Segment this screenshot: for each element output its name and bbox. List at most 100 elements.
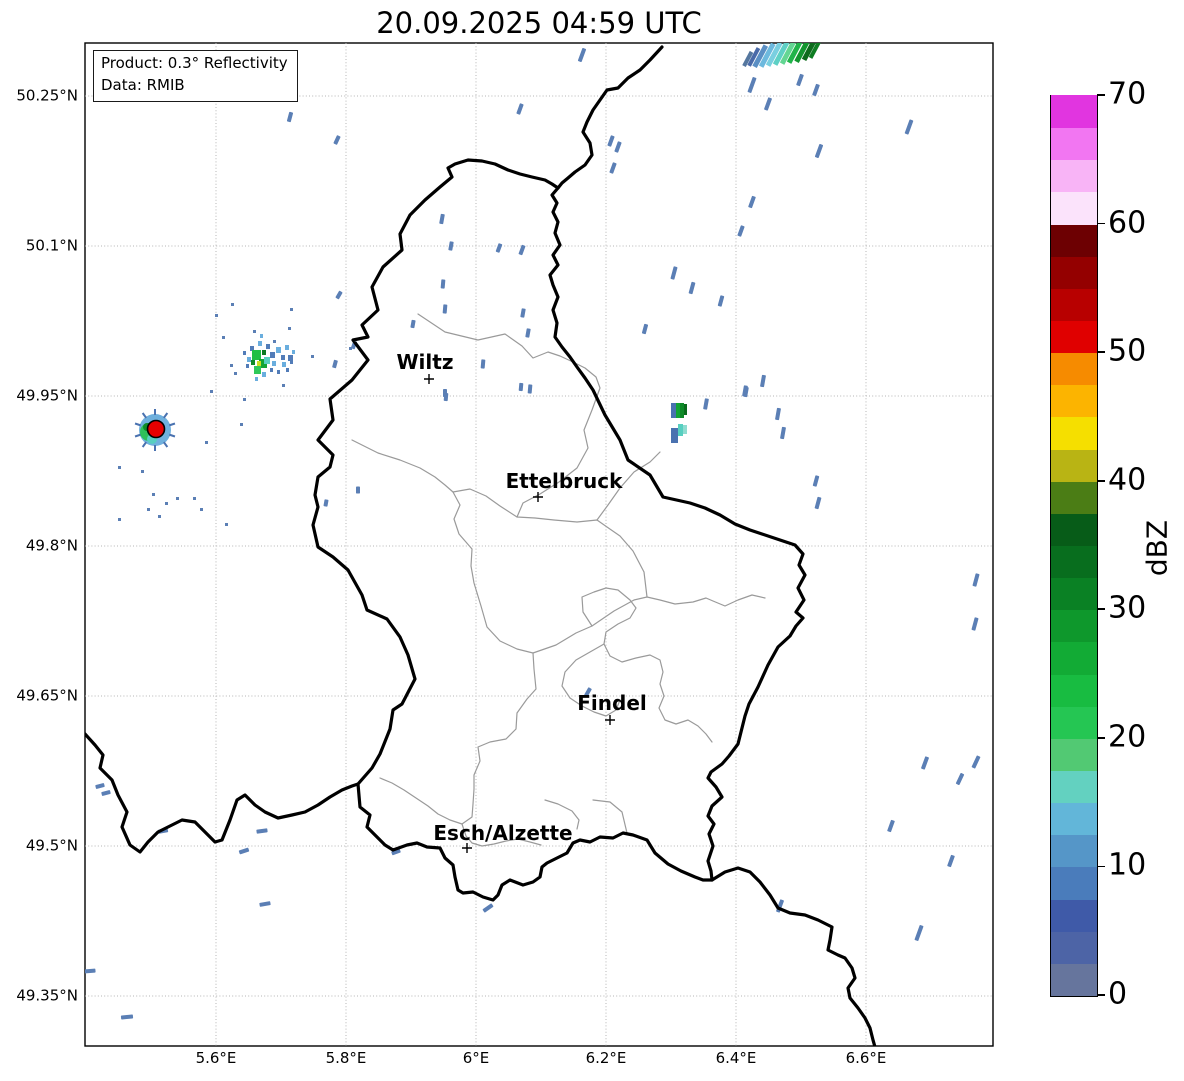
echo-cell	[264, 357, 270, 364]
colorbar-tick-mark	[1097, 737, 1105, 739]
echo-dot	[118, 518, 121, 521]
colorbar-tick-label: 70	[1108, 76, 1147, 112]
echo-dot	[349, 347, 352, 350]
echo-dot	[158, 515, 161, 518]
echo-cell	[286, 368, 289, 372]
colorbar-segment	[1051, 898, 1097, 932]
echo-dash	[480, 359, 486, 369]
colorbar-segment	[1051, 577, 1097, 611]
colorbar-segment	[1051, 319, 1097, 354]
echo-dot	[165, 502, 168, 505]
echo-cell	[270, 368, 273, 372]
colorbar-tick-label: 50	[1108, 333, 1147, 369]
colorbar-segment	[1051, 512, 1097, 546]
map-frame	[84, 42, 994, 1047]
colorbar-segment	[1051, 673, 1097, 707]
echo-cell	[277, 370, 280, 374]
echo-dot	[205, 441, 208, 444]
site-spoke	[154, 445, 156, 451]
echo-cell	[262, 350, 266, 355]
echo-dot	[231, 303, 234, 306]
colorbar-segment	[1051, 705, 1097, 739]
echo-dot	[225, 523, 228, 526]
echo-dot	[147, 508, 150, 511]
colorbar-tick-mark	[1097, 351, 1105, 353]
echo-cell	[262, 372, 266, 377]
lon-tick-label: 6.4°E	[715, 1049, 757, 1067]
colorbar-segment	[1051, 255, 1097, 289]
data-source-line: Data: RMIB	[101, 75, 185, 94]
colorbar-segment	[1051, 609, 1097, 643]
echo-cell	[266, 344, 270, 349]
colorbar-segment	[1051, 930, 1097, 964]
echo-cell	[684, 404, 687, 415]
lat-tick-label: 50.1°N	[25, 236, 78, 255]
echo-cell	[257, 361, 261, 366]
echo-cell	[671, 403, 676, 418]
echo-cell	[671, 428, 678, 443]
echo-dot	[215, 314, 218, 317]
echo-cell	[254, 366, 261, 374]
colorbar-segment	[1051, 480, 1097, 514]
echo-cell	[676, 403, 680, 418]
echo-dot	[282, 384, 285, 387]
colorbar-tick-mark	[1097, 865, 1105, 868]
echo-dot	[240, 423, 243, 426]
colorbar-tick-mark	[1097, 222, 1105, 225]
echo-dash	[440, 279, 446, 289]
product-line: Product: 0.3° Reflectivity	[101, 54, 288, 72]
echo-dot	[193, 497, 196, 500]
colorbar-tick-label: 60	[1108, 205, 1147, 241]
radar-figure: 20.09.2025 04:59 UTC Wiltz Ettelbruck Fi…	[0, 0, 1184, 1081]
radar-site-marker	[146, 419, 166, 439]
city-label: Wiltz	[397, 350, 454, 374]
echo-cell	[282, 362, 286, 367]
echo-cell	[270, 352, 275, 358]
echo-cell	[246, 364, 249, 368]
colorbar-segment	[1051, 641, 1097, 675]
colorbar-tick-label: 20	[1108, 719, 1147, 755]
colorbar-segment	[1051, 769, 1097, 804]
echo-dash	[527, 384, 533, 394]
map-canvas: Wiltz Ettelbruck Findel Esch/Alzette	[84, 42, 994, 1047]
echo-cell	[290, 360, 293, 364]
echo-cell	[258, 341, 262, 346]
colorbar-segment	[1051, 544, 1097, 579]
city-label: Esch/Alzette	[433, 821, 572, 845]
echo-dot	[200, 508, 203, 511]
lon-tick-label: 6.2°E	[585, 1049, 627, 1067]
colorbar	[1050, 94, 1098, 997]
colorbar-tick-mark	[1097, 94, 1105, 96]
lat-tick-label: 49.5°N	[25, 836, 78, 855]
colorbar-segment	[1051, 802, 1097, 836]
echo-cell	[247, 357, 251, 362]
city-label: Findel	[577, 691, 647, 715]
colorbar-segment	[1051, 834, 1097, 868]
colorbar-unit-label: dBZ	[1140, 519, 1174, 577]
echo-dot	[118, 466, 121, 469]
echo-dot	[253, 330, 256, 333]
colorbar-tick-label: 40	[1108, 462, 1147, 498]
colorbar-segment	[1051, 352, 1097, 386]
lat-tick-label: 49.35°N	[16, 986, 78, 1005]
colorbar-segment	[1051, 384, 1097, 418]
colorbar-segment	[1051, 737, 1097, 771]
echo-dot	[141, 470, 144, 473]
echo-cell	[255, 377, 258, 381]
echo-cell	[683, 425, 687, 434]
echo-cell	[281, 355, 285, 360]
echo-dot	[273, 340, 276, 343]
echo-cell	[276, 347, 281, 353]
colorbar-segment	[1051, 448, 1097, 482]
echo-dot	[288, 327, 291, 330]
lat-tick-label: 49.8°N	[25, 536, 78, 555]
colorbar-tick-mark	[1097, 608, 1105, 611]
echo-dot	[290, 308, 293, 311]
echo-dash	[443, 389, 447, 397]
echo-dash	[356, 486, 360, 494]
product-legend: Product: 0.3° Reflectivity Data: RMIB	[93, 50, 298, 102]
colorbar-segment	[1051, 287, 1097, 321]
echo-dot	[222, 336, 225, 339]
echo-dot	[152, 493, 155, 496]
echo-cell	[251, 360, 255, 365]
